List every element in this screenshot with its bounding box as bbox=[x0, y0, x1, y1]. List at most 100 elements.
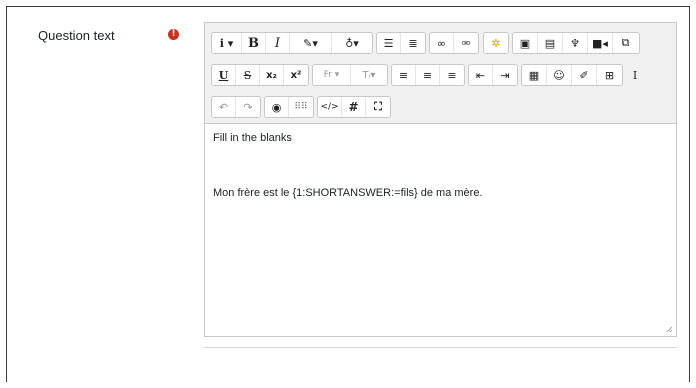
microphone-icon: ♆ bbox=[570, 36, 580, 50]
clear-formatting-button[interactable]: I bbox=[625, 65, 645, 85]
unlink-button[interactable]: ⚮ bbox=[454, 33, 478, 53]
bold-icon: B bbox=[248, 35, 259, 51]
toolbar-group-align: ≡ ≡ ≡ bbox=[391, 64, 465, 86]
link-icon: ∞ bbox=[436, 36, 447, 50]
redo-button[interactable]: ↷ bbox=[236, 97, 260, 117]
toolbar-group-lists: ☰ ≣ bbox=[376, 32, 426, 54]
toolbar-row-1: i ▾ B I ✎▾ ♁▾ ☰ ≣ ∞ ⚮ ✲ ▣ ▤ ♆ ■◂ ⧉ bbox=[205, 28, 676, 60]
ordered-list-button[interactable]: ≣ bbox=[401, 33, 425, 53]
align-right-icon: ≡ bbox=[447, 68, 457, 82]
editor-toolbar: i ▾ B I ✎▾ ♁▾ ☰ ≣ ∞ ⚮ ✲ ▣ ▤ ♆ ■◂ ⧉ U S x… bbox=[205, 23, 676, 124]
subscript-button[interactable]: x₂ bbox=[260, 65, 284, 85]
align-center-icon: ≡ bbox=[422, 68, 433, 82]
indent-button[interactable]: ⇥ bbox=[493, 65, 517, 85]
numbered-list-icon: ≣ bbox=[408, 36, 418, 50]
content-line-2: Mon frère est le {1:SHORTANSWER:=fils} d… bbox=[213, 187, 483, 199]
accessibility-icon: ◉ bbox=[271, 100, 282, 114]
braille-icon: ⠿⠿ bbox=[294, 102, 308, 112]
media-button[interactable]: ▤ bbox=[538, 33, 563, 53]
equation-button[interactable]: ▦ bbox=[522, 65, 547, 85]
strikethrough-button[interactable]: S bbox=[236, 65, 260, 85]
link-button[interactable]: ∞ bbox=[430, 33, 454, 53]
field-divider bbox=[204, 347, 677, 348]
toolbar-group-emoji: ✲ bbox=[483, 32, 509, 54]
background-color-button[interactable]: ♁▾ bbox=[332, 33, 372, 53]
toolbar-group-indent: ⇤ ⇥ bbox=[468, 64, 518, 86]
superscript-button[interactable]: x² bbox=[284, 65, 308, 85]
copy-files-icon: ⧉ bbox=[621, 36, 630, 49]
brush-icon: ✎▾ bbox=[303, 36, 318, 50]
font-size-button[interactable]: Tᵢ▾ bbox=[351, 65, 387, 85]
toolbar-row-2: U S x₂ x² Fr ▾ Tᵢ▾ ≡ ≡ ≡ ⇤ ⇥ ▦ ☺ ✐ ⊞ I bbox=[205, 60, 676, 92]
table-button[interactable]: ⊞ bbox=[597, 65, 622, 85]
undo-icon: ↶ bbox=[218, 100, 229, 114]
resize-handle-icon[interactable] bbox=[666, 326, 673, 333]
toolbar-group-media: ▣ ▤ ♆ ■◂ ⧉ bbox=[512, 32, 640, 54]
toolbar-group-advanced: </> # ⛶ bbox=[317, 96, 391, 118]
table-icon: ⊞ bbox=[604, 68, 615, 82]
content-line-1: Fill in the blanks bbox=[213, 132, 292, 144]
info-dropdown-button[interactable]: i ▾ bbox=[212, 33, 242, 53]
file-media-icon: ▤ bbox=[544, 36, 556, 50]
outdent-icon: ⇤ bbox=[475, 68, 486, 82]
bold-button[interactable]: B bbox=[242, 33, 266, 53]
screen-reader-helper-button[interactable]: ⠿⠿ bbox=[289, 97, 313, 117]
toolbar-group-insert: ▦ ☺ ✐ ⊞ bbox=[521, 64, 623, 86]
font-size-icon: Tᵢ▾ bbox=[362, 69, 376, 81]
align-center-button[interactable]: ≡ bbox=[416, 65, 440, 85]
italic-button[interactable]: I bbox=[266, 33, 290, 53]
editor-content-area[interactable]: Fill in the blanks Mon frère est le {1:S… bbox=[205, 124, 676, 208]
accessibility-checker-button[interactable]: ◉ bbox=[265, 97, 289, 117]
unordered-list-button[interactable]: ☰ bbox=[377, 33, 401, 53]
undo-button[interactable]: ↶ bbox=[212, 97, 236, 117]
toolbar-group-history: ↶ ↷ bbox=[211, 96, 261, 118]
record-audio-button[interactable]: ♆ bbox=[563, 33, 588, 53]
indent-icon: ⇥ bbox=[500, 68, 510, 82]
manage-files-button[interactable]: ⧉ bbox=[613, 33, 638, 53]
image-button[interactable]: ▣ bbox=[513, 33, 538, 53]
toolbar-group-format: U S x₂ x² bbox=[211, 64, 309, 86]
strikethrough-icon: S bbox=[243, 68, 252, 82]
align-right-button[interactable]: ≡ bbox=[440, 65, 464, 85]
unlink-icon: ⚮ bbox=[461, 36, 471, 50]
toolbar-group-font: Fr ▾ Tᵢ▾ bbox=[312, 64, 388, 86]
underline-button[interactable]: U bbox=[212, 65, 236, 85]
text-color-button[interactable]: ✎▾ bbox=[290, 33, 332, 53]
rich-text-editor: i ▾ B I ✎▾ ♁▾ ☰ ≣ ∞ ⚮ ✲ ▣ ▤ ♆ ■◂ ⧉ U S x… bbox=[204, 22, 677, 337]
insert-emoticon-button[interactable]: ☺ bbox=[547, 65, 572, 85]
video-camera-icon: ■◂ bbox=[592, 36, 608, 50]
font-family-button[interactable]: Fr ▾ bbox=[313, 65, 351, 85]
edit-button[interactable]: ✐ bbox=[572, 65, 597, 85]
required-icon: ! bbox=[168, 29, 179, 40]
record-video-button[interactable]: ■◂ bbox=[588, 33, 613, 53]
pencil-square-icon: ✐ bbox=[579, 68, 589, 82]
html-source-button[interactable]: </> bbox=[318, 97, 342, 117]
hashtag-button[interactable]: # bbox=[342, 97, 366, 117]
toolbar-group-links: ∞ ⚮ bbox=[429, 32, 479, 54]
paint-bucket-icon: ♁▾ bbox=[345, 36, 359, 50]
superscript-icon: x² bbox=[290, 69, 302, 81]
info-icon: i ▾ bbox=[219, 36, 234, 50]
font-family-icon: Fr ▾ bbox=[323, 70, 340, 80]
outdent-button[interactable]: ⇤ bbox=[469, 65, 493, 85]
code-icon: </> bbox=[320, 102, 339, 112]
calculator-icon: ▦ bbox=[528, 68, 540, 82]
align-left-icon: ≡ bbox=[398, 68, 409, 82]
redo-icon: ↷ bbox=[243, 100, 253, 114]
emoji-picker-button[interactable]: ✲ bbox=[484, 33, 508, 53]
expand-icon: ⛶ bbox=[374, 100, 382, 113]
sparkle-icon: ✲ bbox=[491, 36, 501, 50]
question-text-label: Question text bbox=[38, 28, 115, 43]
image-icon: ▣ bbox=[519, 36, 531, 50]
hashtag-icon: # bbox=[348, 100, 359, 114]
fullscreen-button[interactable]: ⛶ bbox=[366, 97, 390, 117]
toolbar-group-style: i ▾ B I ✎▾ ♁▾ bbox=[211, 32, 373, 54]
underline-icon: U bbox=[218, 68, 229, 82]
toolbar-group-accessibility: ◉ ⠿⠿ bbox=[264, 96, 314, 118]
align-left-button[interactable]: ≡ bbox=[392, 65, 416, 85]
italic-icon: I bbox=[274, 35, 281, 51]
bullet-list-icon: ☰ bbox=[383, 36, 394, 50]
text-cursor-icon: I bbox=[632, 68, 638, 82]
smiley-icon: ☺ bbox=[553, 68, 565, 82]
toolbar-row-3: ↶ ↷ ◉ ⠿⠿ </> # ⛶ bbox=[205, 92, 676, 124]
